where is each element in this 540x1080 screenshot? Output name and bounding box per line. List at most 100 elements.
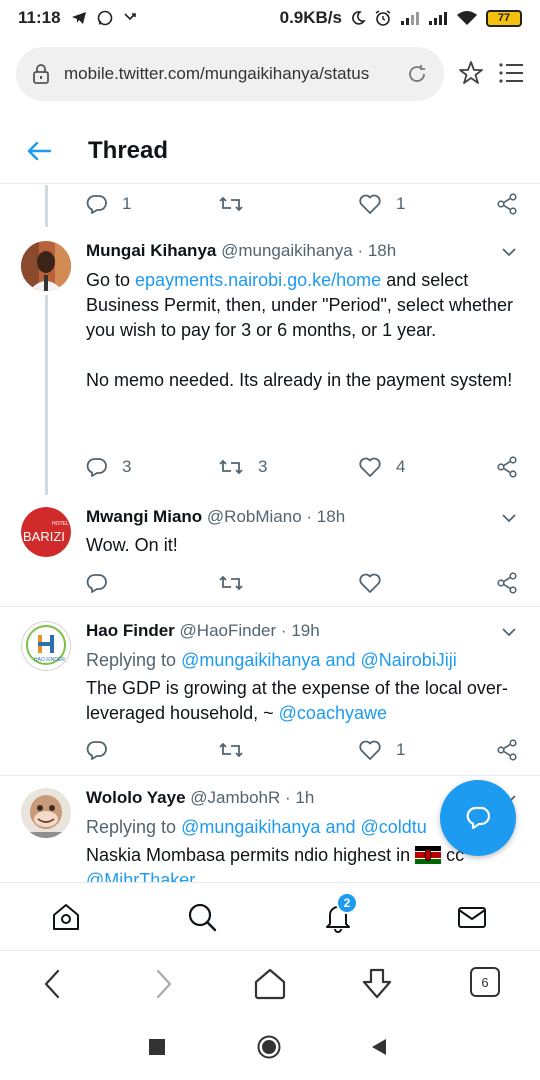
separator-dot: · — [285, 788, 291, 807]
tweet-time[interactable]: 1h — [295, 788, 314, 807]
tweet-link[interactable]: epayments.nairobi.go.ke/home — [135, 270, 381, 290]
replying-label: Replying to — [86, 650, 177, 670]
reload-icon[interactable] — [406, 63, 428, 85]
heart-icon — [359, 194, 381, 214]
system-back-icon[interactable] — [370, 1038, 388, 1056]
download-icon[interactable] — [360, 967, 394, 1001]
browser-home-icon[interactable] — [253, 967, 287, 1001]
tab-switcher-button[interactable]: 6 — [470, 967, 500, 997]
search-icon[interactable] — [186, 901, 218, 933]
signal-icon-1 — [401, 12, 419, 25]
star-icon[interactable] — [458, 60, 484, 86]
browser-forward-icon[interactable] — [146, 967, 180, 1001]
chevron-down-icon[interactable] — [500, 623, 518, 641]
compose-reply-button[interactable] — [440, 780, 516, 856]
tweet[interactable]: HAO FINDER Hao Finder @HaoFinder · 19h R… — [0, 607, 540, 777]
avatar[interactable]: BARIZI HOTEL — [21, 507, 71, 557]
tweet-text: The GDP is growing at the expense of the… — [86, 676, 516, 726]
mention-link[interactable]: @coldtu — [361, 817, 427, 837]
reply-button[interactable] — [86, 739, 108, 761]
replying-and: and — [325, 817, 356, 837]
retweet-button[interactable] — [218, 193, 258, 215]
tweet-time[interactable]: 18h — [368, 241, 396, 260]
reply-button[interactable]: 1 — [86, 193, 131, 215]
tweet[interactable]: BARIZI HOTEL Mwangi Miano @RobMiano · 18… — [0, 491, 540, 607]
like-button[interactable] — [358, 572, 382, 594]
share-icon — [497, 572, 517, 594]
timeline[interactable]: 1 1 Mungai Kihanya @mungaikihanya · 18h … — [0, 185, 540, 882]
signal-icon-2 — [429, 12, 447, 25]
recents-icon[interactable] — [148, 1038, 166, 1056]
author-handle[interactable]: @mungaikihanya — [221, 241, 353, 260]
author-name[interactable]: Mwangi Miano — [86, 507, 202, 526]
back-arrow-icon[interactable] — [26, 138, 52, 164]
status-bar: 11:18 0.9KB/s 77 — [0, 0, 540, 36]
author-handle[interactable]: @HaoFinder — [180, 621, 277, 640]
browser-back-icon[interactable] — [36, 967, 70, 1001]
reply-icon — [86, 458, 107, 477]
author-handle[interactable]: @RobMiano — [207, 507, 302, 526]
avatar[interactable] — [21, 241, 71, 291]
missed-call-icon — [123, 13, 136, 21]
avatar-image: HAO FINDER — [21, 621, 71, 671]
retweet-button[interactable] — [218, 572, 244, 594]
tweet-time[interactable]: 19h — [291, 621, 319, 640]
like-button[interactable]: 1 — [358, 739, 405, 761]
avatar[interactable]: HAO FINDER — [21, 621, 71, 671]
share-button[interactable] — [496, 456, 518, 478]
like-count: 4 — [396, 457, 406, 476]
chevron-down-icon[interactable] — [500, 509, 518, 527]
system-home-icon[interactable] — [257, 1035, 281, 1059]
tweet[interactable]: Mungai Kihanya @mungaikihanya · 18h Go t… — [0, 223, 540, 506]
author-handle[interactable]: @JambohR — [190, 788, 280, 807]
share-button[interactable] — [496, 572, 518, 594]
like-button[interactable]: 4 — [358, 456, 405, 478]
retweet-button[interactable]: 3 — [218, 456, 267, 478]
author-name[interactable]: Wololo Yaye — [86, 788, 186, 807]
avatar[interactable] — [21, 788, 71, 838]
tweet-text-part: Go to — [86, 270, 136, 290]
menu-list-icon[interactable] — [498, 60, 524, 86]
reply-icon — [86, 741, 107, 760]
mention-link[interactable]: @MihrThaker — [86, 868, 516, 882]
mention-link[interactable]: @coachyawe — [279, 703, 387, 723]
bottom-nav — [0, 882, 540, 950]
mention-link[interactable]: @mungaikihanya — [181, 650, 320, 670]
mention-link[interactable]: @NairobiJiji — [361, 650, 457, 670]
thread-connector — [45, 185, 48, 227]
retweet-icon — [219, 196, 243, 212]
reply-count: 3 — [122, 457, 132, 476]
retweet-button[interactable] — [218, 739, 244, 761]
tweet-header: Wololo Yaye @JambohR · 1h — [86, 788, 314, 808]
share-icon — [497, 739, 517, 761]
share-button[interactable] — [496, 739, 518, 761]
reply-button[interactable]: 3 — [86, 456, 131, 478]
reply-bubble-icon — [466, 806, 491, 830]
avatar-image — [21, 788, 71, 838]
divider — [0, 775, 540, 776]
battery-indicator: 77 — [486, 9, 522, 27]
share-button[interactable] — [496, 193, 518, 215]
retweet-icon — [219, 575, 243, 591]
reply-count: 1 — [122, 194, 132, 213]
separator-dot: · — [357, 241, 364, 260]
url-text[interactable]: mobile.twitter.com/mungaikihanya/status — [64, 64, 374, 84]
like-button[interactable]: 1 — [358, 193, 405, 215]
tweet-time[interactable]: 18h — [317, 507, 345, 526]
chevron-down-icon[interactable] — [500, 243, 518, 261]
address-bar[interactable]: mobile.twitter.com/mungaikihanya/status — [16, 47, 444, 101]
heart-icon — [359, 740, 381, 760]
messages-mail-icon[interactable] — [456, 901, 488, 933]
avatar-image: BARIZI HOTEL — [21, 507, 71, 557]
author-name[interactable]: Mungai Kihanya — [86, 241, 216, 260]
home-icon[interactable] — [50, 901, 82, 933]
reply-button[interactable] — [86, 572, 108, 594]
tweet-header: Mungai Kihanya @mungaikihanya · 18h — [86, 241, 396, 261]
avatar-image — [21, 241, 71, 291]
tweet-text: Naskia Mombasa permits ndio highest in c… — [86, 843, 516, 882]
mention-link[interactable]: @mungaikihanya — [181, 817, 320, 837]
page-title: Thread — [88, 136, 169, 164]
avatar-logo-text: BARIZI — [23, 529, 65, 544]
author-name[interactable]: Hao Finder — [86, 621, 175, 640]
tweet-text-paragraph: No memo needed. Its already in the payme… — [86, 370, 513, 390]
